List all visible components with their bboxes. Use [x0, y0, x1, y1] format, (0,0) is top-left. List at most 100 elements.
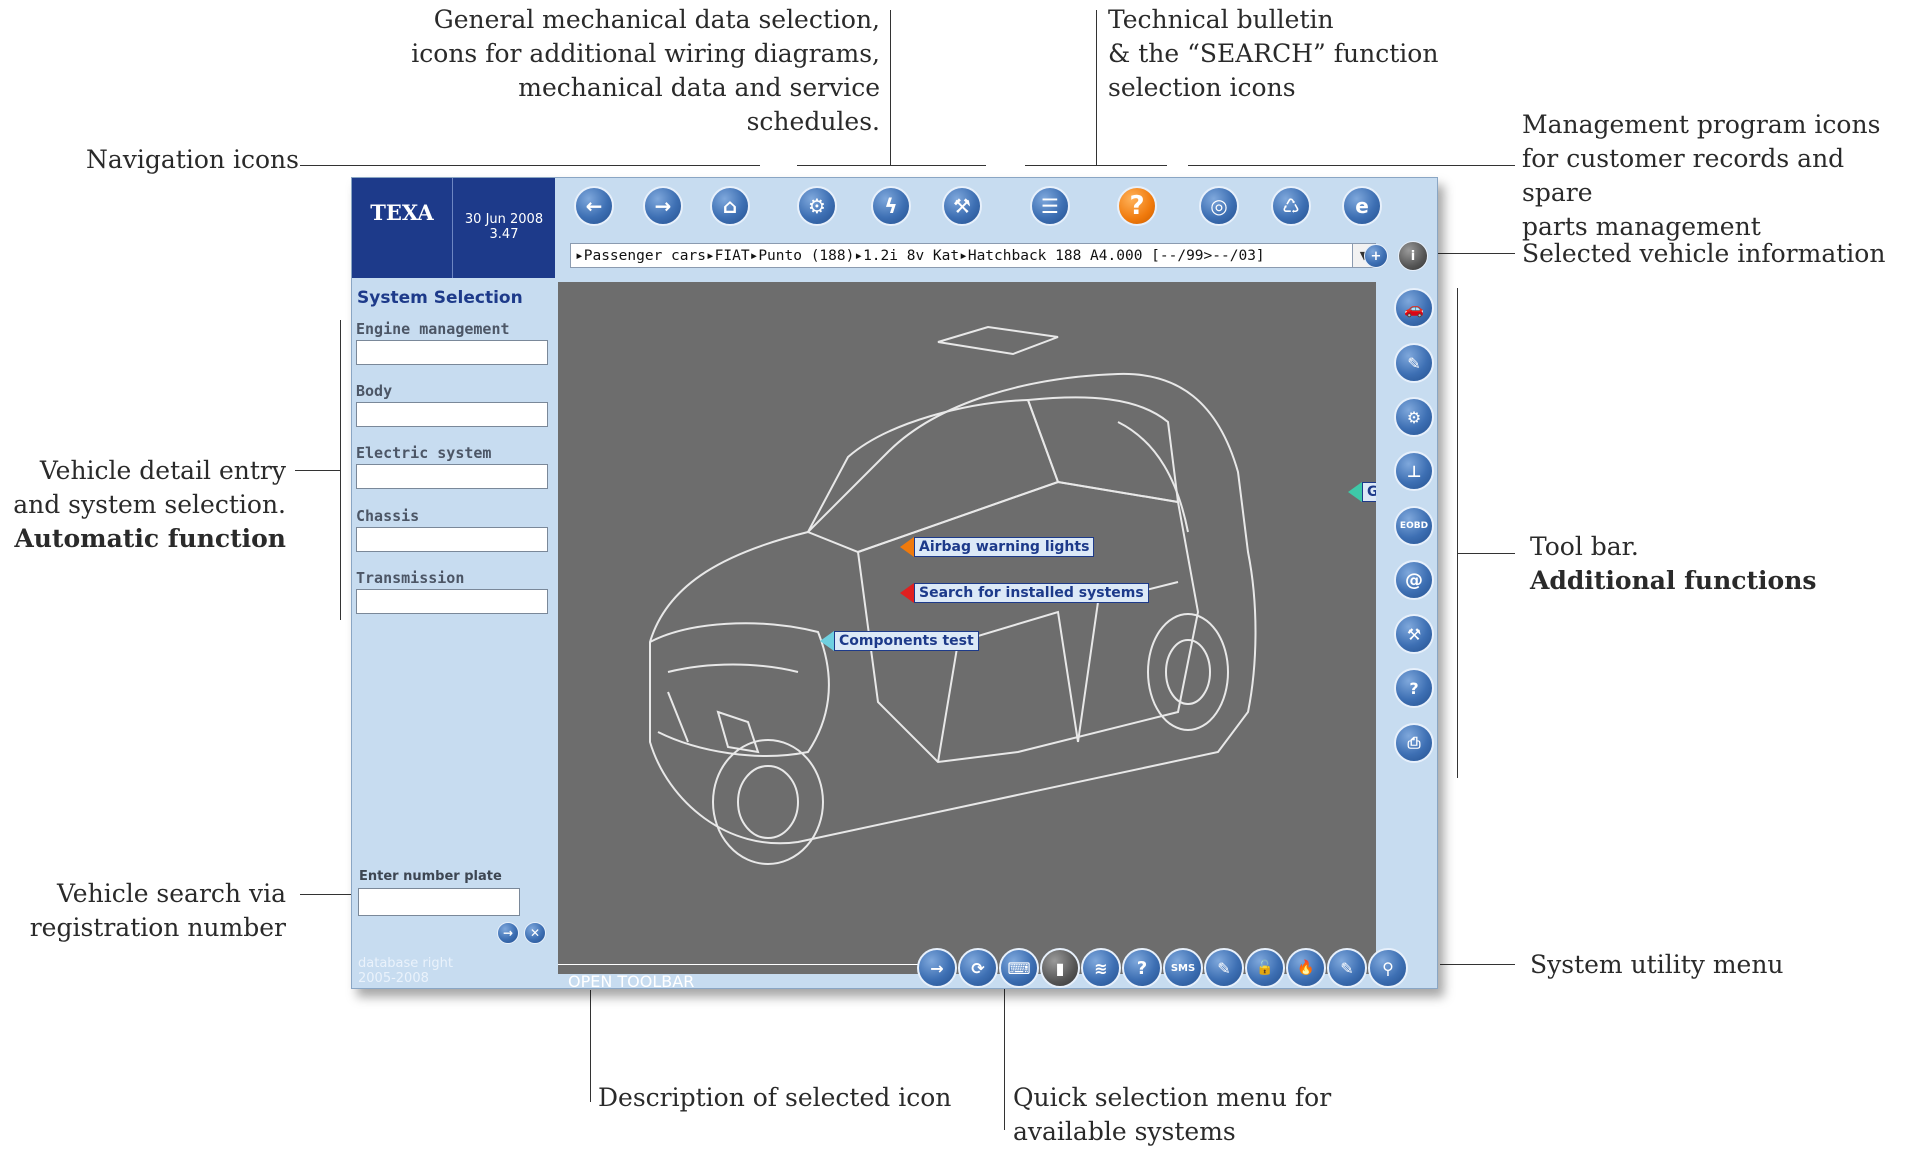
system-label-engine: Engine management	[356, 320, 510, 338]
customer-records-icon[interactable]: ◎	[1199, 186, 1239, 226]
system-label-transmission: Transmission	[356, 569, 465, 587]
fire-icon[interactable]: 🔥	[1286, 948, 1326, 988]
notes-icon[interactable]: ✎	[1204, 948, 1244, 988]
spare-parts-icon[interactable]: ♺	[1271, 186, 1311, 226]
vehicle-viewport[interactable]: Airbag warning lights Search for install…	[558, 282, 1376, 974]
leader-general-mech-v	[890, 10, 891, 166]
help-document-icon[interactable]: ?	[1394, 668, 1434, 708]
edit-document-icon[interactable]: ✎	[1327, 948, 1367, 988]
vehicle-info-icon[interactable]: i	[1398, 241, 1428, 271]
engine-management-field[interactable]	[356, 340, 548, 365]
callout-management-icons: Management program icons for customer re…	[1522, 110, 1881, 241]
edit-icon[interactable]: ✎	[1394, 343, 1434, 383]
hotspot-partial-label: G	[1362, 482, 1376, 502]
system-label-chassis: Chassis	[356, 507, 420, 525]
date-time-display: 30 Jun 2008 3.47	[452, 178, 555, 278]
chassis-field[interactable]	[356, 527, 548, 552]
callout-vehicle-detail-line3: Automatic function	[14, 524, 286, 553]
callout-tool-bar: Tool bar. Additional functions	[1530, 530, 1816, 598]
leader-mgmt-h	[1188, 165, 1515, 166]
body-field[interactable]	[356, 402, 548, 427]
leader-vehicle-h	[1430, 253, 1515, 254]
hotspot-marker-icon	[900, 537, 914, 557]
hotspot-components-test[interactable]: Components test	[820, 631, 979, 651]
sms-icon[interactable]: SMS	[1163, 948, 1203, 988]
email-icon[interactable]: @	[1394, 560, 1434, 600]
help-icon[interactable]: ?	[1122, 948, 1162, 988]
hotspot-components-test-label: Components test	[834, 631, 979, 651]
unlock-icon[interactable]: 🔓	[1245, 948, 1285, 988]
management-e-icon[interactable]: e	[1342, 186, 1382, 226]
hotspot-marker-icon	[820, 631, 834, 651]
leader-utility-h	[1440, 964, 1515, 965]
wiring-diagram-icon[interactable]: ϟ	[871, 186, 911, 226]
callout-quick-selection: Quick selection menu for available syste…	[1013, 1083, 1332, 1146]
callout-system-utility: System utility menu	[1530, 950, 1784, 979]
back-icon[interactable]: ←	[574, 186, 614, 226]
leader-general-mech-h	[797, 165, 986, 166]
plate-clear-icon[interactable]: ✕	[524, 922, 546, 944]
technical-bulletin-icon[interactable]: ☰	[1030, 186, 1070, 226]
service-schedule-icon[interactable]: ⚒	[942, 186, 982, 226]
leader-detail-h	[295, 470, 340, 471]
leader-tech-v	[1096, 10, 1097, 166]
callout-vehicle-search-line1: Vehicle search via	[57, 879, 286, 908]
callout-tool-bar-line1: Tool bar.	[1530, 532, 1639, 561]
vehicle-icon[interactable]: 🚗	[1394, 288, 1434, 328]
home-icon[interactable]: ⌂	[710, 186, 750, 226]
callout-general-mechanical: General mechanical data selection, icons…	[411, 5, 880, 136]
texa-application-window: TEXA 30 Jun 2008 3.47 ← → ⌂ ⚙ ϟ ⚒ ☰ ? ◎ …	[351, 177, 1438, 991]
eobd-icon[interactable]: EOBD	[1394, 506, 1434, 546]
callout-tool-bar-line2: Additional functions	[1530, 566, 1817, 595]
leader-desc-v	[590, 990, 591, 1102]
status-underline	[558, 964, 918, 965]
lift-icon[interactable]: ⊥	[1394, 451, 1434, 491]
car-wireframe-image	[649, 325, 1257, 865]
callout-navigation-icons: Navigation icons	[86, 145, 299, 174]
database-rights-text: database right 2005-2008	[358, 956, 453, 986]
keyboard-icon[interactable]: ⌨	[999, 948, 1039, 988]
leader-tech-h	[1025, 165, 1167, 166]
callout-description-selected: Description of selected icon	[598, 1083, 952, 1112]
sidebar-title: System Selection	[357, 288, 523, 308]
hotspot-search-installed-label: Search for installed systems	[914, 583, 1149, 603]
refresh-icon[interactable]: ⟳	[958, 948, 998, 988]
right-tool-bar: 🚗 ✎ ⚙ ⊥ EOBD @ ⚒ ? ⎙	[1392, 282, 1437, 802]
system-label-body: Body	[356, 382, 393, 400]
search-help-icon[interactable]: ?	[1117, 186, 1157, 226]
leader-toolbar-v	[1457, 288, 1458, 778]
system-selection-sidebar: System Selection Engine management Body …	[352, 282, 556, 988]
callout-selected-vehicle: Selected vehicle information	[1522, 239, 1886, 268]
date-label: 30 Jun 2008	[464, 212, 544, 227]
tools-icon[interactable]: ⚒	[1394, 614, 1434, 654]
system-label-electric: Electric system	[356, 444, 492, 462]
hotspot-airbag[interactable]: Airbag warning lights	[900, 537, 1095, 557]
number-plate-input[interactable]	[358, 888, 520, 916]
callout-vehicle-detail-line1: Vehicle detail entry	[39, 456, 286, 485]
plate-search-go-icon[interactable]: →	[497, 922, 519, 944]
forward-icon[interactable]: →	[643, 186, 683, 226]
callout-vehicle-detail: Vehicle detail entry and system selectio…	[10, 454, 286, 556]
search-icon[interactable]: ⚲	[1368, 948, 1408, 988]
mechanical-data-icon[interactable]: ⚙	[797, 186, 837, 226]
hotspot-search-installed[interactable]: Search for installed systems	[900, 583, 1149, 603]
callout-technical-bulletin: Technical bulletin & the “SEARCH” functi…	[1108, 5, 1439, 102]
callout-vehicle-detail-line2: and system selection.	[13, 490, 286, 519]
add-vehicle-icon[interactable]: +	[1364, 244, 1388, 268]
open-toolbar-arrow-icon[interactable]: →	[917, 948, 957, 988]
number-plate-label: Enter number plate	[359, 869, 502, 884]
hotspot-marker-icon	[1348, 482, 1362, 502]
status-description-text: OPEN TOOLBAR	[568, 972, 695, 991]
callout-vehicle-search-line2: registration number	[29, 913, 286, 942]
diagnostic-icon[interactable]: ⚙	[1394, 397, 1434, 437]
leader-toolbar-h	[1457, 553, 1515, 554]
transmission-field[interactable]	[356, 589, 548, 614]
wireless-icon[interactable]: ≋	[1081, 948, 1121, 988]
leader-nav-h	[300, 165, 760, 166]
vehicle-path-selector[interactable]: ▸Passenger cars▸FIAT▸Punto (188)▸1.2i 8v…	[570, 243, 1370, 268]
battery-icon[interactable]: ▮	[1040, 948, 1080, 988]
electric-system-field[interactable]	[356, 464, 548, 489]
hotspot-airbag-label: Airbag warning lights	[914, 537, 1095, 557]
print-icon[interactable]: ⎙	[1394, 723, 1434, 763]
hotspot-partial[interactable]: G	[1348, 482, 1376, 502]
